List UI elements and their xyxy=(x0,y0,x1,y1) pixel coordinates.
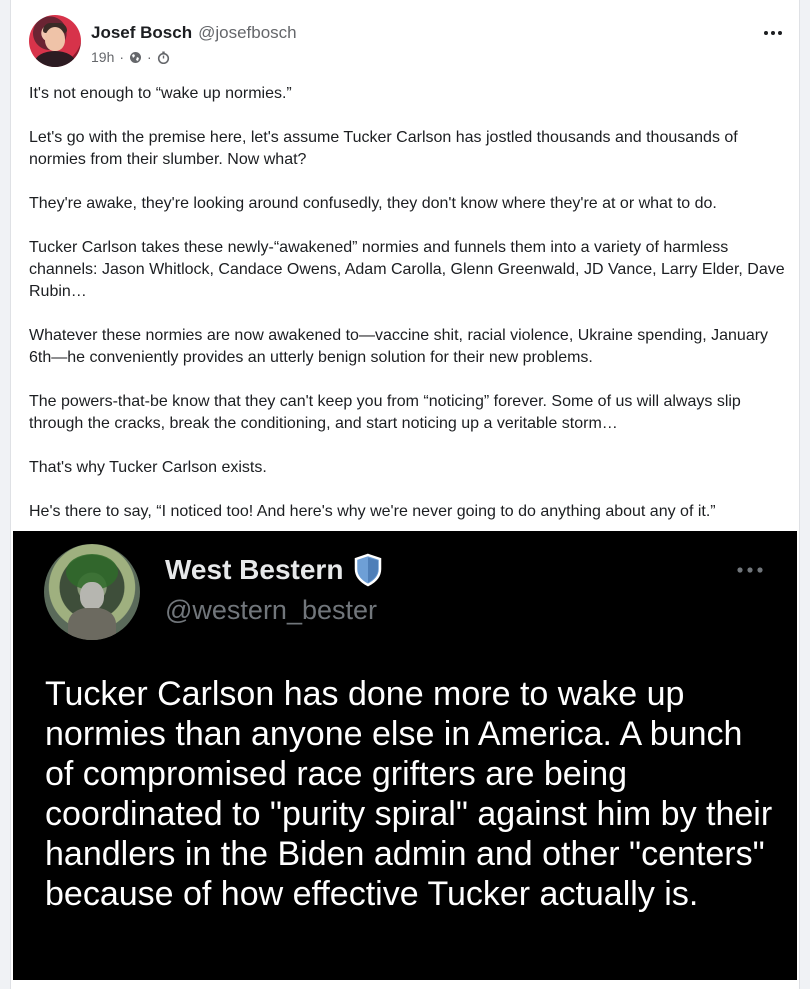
tweet-author-name: West Bestern xyxy=(165,554,344,585)
post-paragraph: The powers-that-be know that they can't … xyxy=(29,393,741,432)
post-paragraph: He's there to say, “I noticed too! And h… xyxy=(29,503,716,520)
embedded-tweet-image[interactable]: West Bestern @western_bester Tucker Carl… xyxy=(13,531,797,980)
post-paragraph: Whatever these normies are now awakened … xyxy=(29,327,769,366)
post-time[interactable]: 19h xyxy=(91,49,114,65)
post-paragraph: It's not enough to “wake up normies.” xyxy=(29,85,292,102)
post-body: It's not enough to “wake up normies.” Le… xyxy=(29,83,789,545)
author-avatar[interactable] xyxy=(29,15,81,67)
author-name[interactable]: Josef Bosch xyxy=(91,23,192,42)
meta-separator-2: · xyxy=(147,49,152,65)
tweet-text: Tucker Carlson has done more to wake up … xyxy=(45,675,773,913)
tweet-author-avatar xyxy=(44,544,140,640)
post-header: Josef Bosch @josefbosch 19h · · xyxy=(29,15,789,71)
more-options-icon[interactable] xyxy=(761,23,785,43)
tweet-author-name-row: West Bestern xyxy=(165,553,383,587)
timer-icon xyxy=(157,51,170,64)
post-paragraph: That's why Tucker Carlson exists. xyxy=(29,459,267,476)
post-paragraph: Let's go with the premise here, let's as… xyxy=(29,129,738,168)
meta-separator: · xyxy=(119,49,125,65)
shield-icon xyxy=(353,553,383,587)
post-card: Josef Bosch @josefbosch 19h · · It's not … xyxy=(10,0,800,989)
tweet-author-handle: @western_bester xyxy=(165,595,378,625)
globe-icon xyxy=(129,51,142,64)
post-meta: 19h · · xyxy=(91,49,170,65)
author-name-row: Josef Bosch @josefbosch xyxy=(91,23,297,43)
author-handle[interactable]: @josefbosch xyxy=(198,23,297,42)
post-paragraph: Tucker Carlson takes these newly-“awaken… xyxy=(29,239,785,300)
post-paragraph: They're awake, they're looking around co… xyxy=(29,195,717,212)
more-options-icon xyxy=(735,563,765,577)
